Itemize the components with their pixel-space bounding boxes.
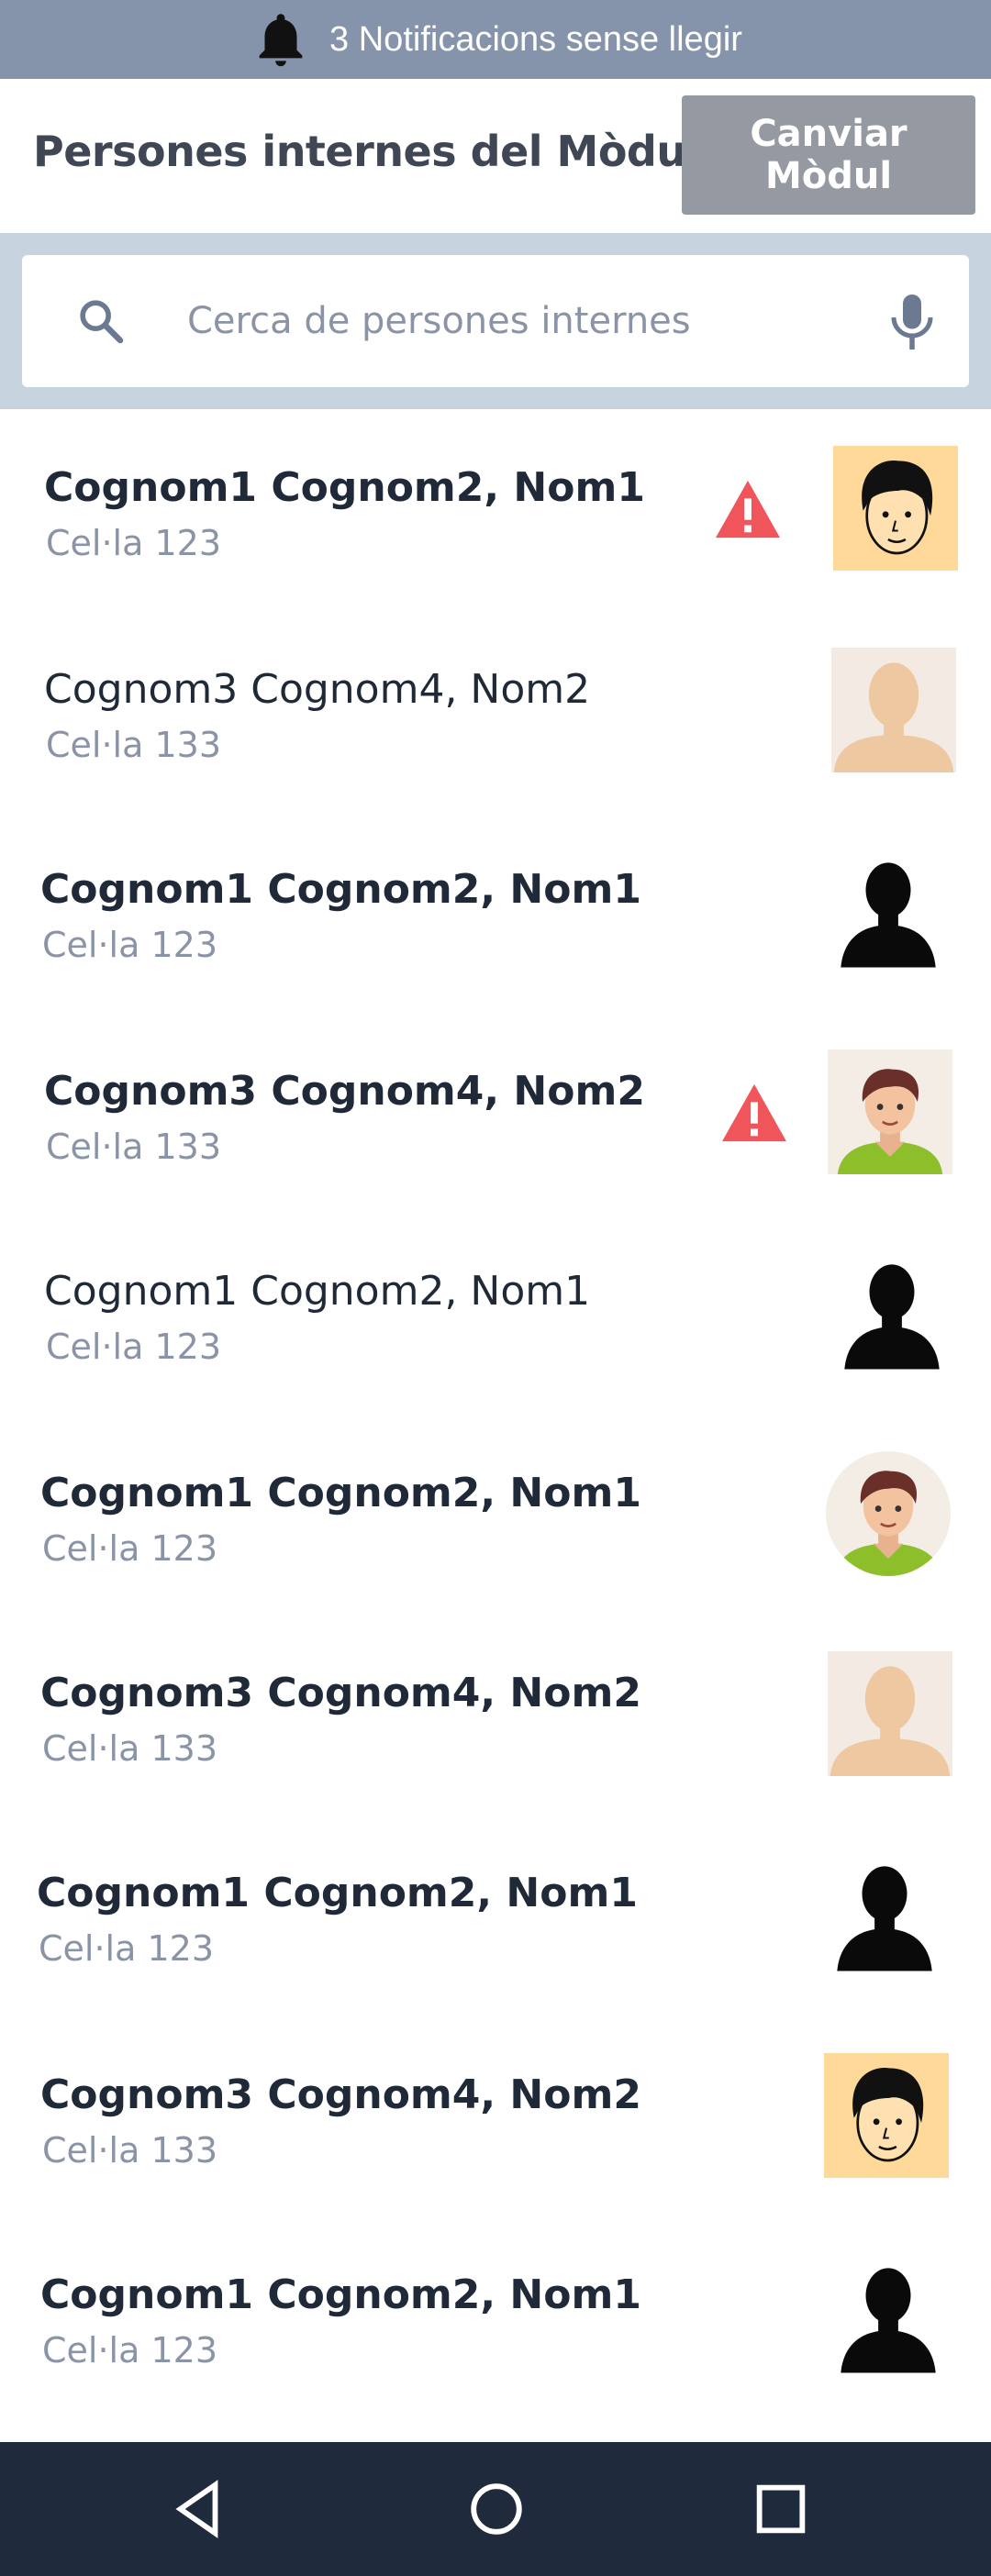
- warning-icon: [722, 1083, 786, 1142]
- person-cell: Cel·la 133: [42, 1728, 218, 1769]
- page-title: Persones internes del Mòdul 1: [33, 127, 743, 176]
- person-name: Cognom3 Cognom4, Nom2: [40, 2071, 641, 2118]
- silhouette-avatar: [826, 848, 951, 972]
- person-cell: Cel·la 133: [42, 2130, 218, 2171]
- person-row[interactable]: Cognom1 Cognom2, Nom1 Cel·la 123: [0, 1433, 991, 1633]
- microphone-icon[interactable]: [885, 292, 940, 352]
- change-module-button[interactable]: Canviar Mòdul: [682, 95, 975, 215]
- person-name: Cognom1 Cognom2, Nom1: [40, 2271, 641, 2318]
- person-cell: Cel·la 123: [46, 1327, 222, 1367]
- person-row[interactable]: Cognom1 Cognom2, Nom1 Cel·la 123: [0, 427, 991, 627]
- person-row[interactable]: Cognom3 Cognom4, Nom2 Cel·la 133: [0, 1633, 991, 1833]
- person-cell: Cel·la 123: [46, 523, 222, 563]
- search-band: [0, 233, 991, 409]
- search-box[interactable]: [22, 255, 969, 387]
- man-green-shirt-avatar: [828, 1049, 952, 1174]
- person-name: Cognom1 Cognom2, Nom1: [40, 1470, 641, 1516]
- notification-bar[interactable]: 3 Notificacions sense llegir: [0, 0, 991, 79]
- person-cell: Cel·la 133: [46, 1127, 222, 1167]
- silhouette-avatar: [826, 2253, 951, 2378]
- notification-text: 3 Notificacions sense llegir: [329, 19, 742, 59]
- home-circle-icon[interactable]: [464, 2477, 529, 2541]
- person-name: Cognom1 Cognom2, Nom1: [44, 1268, 591, 1315]
- person-name: Cognom1 Cognom2, Nom1: [44, 464, 645, 511]
- search-input[interactable]: [187, 283, 848, 360]
- person-cell: Cel·la 133: [46, 725, 222, 765]
- silhouette-avatar: [830, 1249, 954, 1374]
- person-cell: Cel·la 123: [42, 2330, 218, 2371]
- person-row[interactable]: Cognom1 Cognom2, Nom1 Cel·la 123: [0, 1833, 991, 2033]
- person-name: Cognom1 Cognom2, Nom1: [37, 1870, 638, 1916]
- person-name: Cognom1 Cognom2, Nom1: [40, 866, 641, 913]
- search-icon: [80, 300, 124, 344]
- person-row[interactable]: Cognom3 Cognom4, Nom2 Cel·la 133: [0, 1031, 991, 1231]
- person-row[interactable]: Cognom1 Cognom2, Nom1 Cel·la 123: [0, 1231, 991, 1431]
- man-green-shirt-round-avatar: [826, 1451, 951, 1576]
- blank-profile-avatar: [831, 648, 956, 772]
- person-cell: Cel·la 123: [42, 1528, 218, 1569]
- person-name: Cognom3 Cognom4, Nom2: [40, 1670, 641, 1716]
- silhouette-avatar: [822, 1851, 947, 1976]
- person-cell: Cel·la 123: [42, 925, 218, 965]
- person-cell: Cel·la 123: [39, 1928, 215, 1969]
- cartoon-face-avatar: [833, 446, 958, 571]
- system-nav-bar: [0, 2442, 991, 2576]
- recents-square-icon[interactable]: [749, 2477, 813, 2541]
- person-name: Cognom3 Cognom4, Nom2: [44, 1068, 645, 1115]
- back-triangle-icon[interactable]: [167, 2477, 231, 2541]
- person-row[interactable]: Cognom3 Cognom4, Nom2 Cel·la 133: [0, 629, 991, 829]
- blank-profile-avatar: [828, 1651, 952, 1776]
- person-row[interactable]: Cognom1 Cognom2, Nom1 Cel·la 123: [0, 2235, 991, 2435]
- cartoon-face-avatar: [824, 2053, 949, 2178]
- page-header: Persones internes del Mòdul 1 Canviar Mò…: [0, 79, 991, 233]
- person-name: Cognom3 Cognom4, Nom2: [44, 666, 591, 713]
- person-row[interactable]: Cognom1 Cognom2, Nom1 Cel·la 123: [0, 829, 991, 1029]
- warning-icon: [716, 480, 780, 539]
- bell-icon: [259, 14, 303, 67]
- person-row[interactable]: Cognom3 Cognom4, Nom2 Cel·la 133: [0, 2035, 991, 2235]
